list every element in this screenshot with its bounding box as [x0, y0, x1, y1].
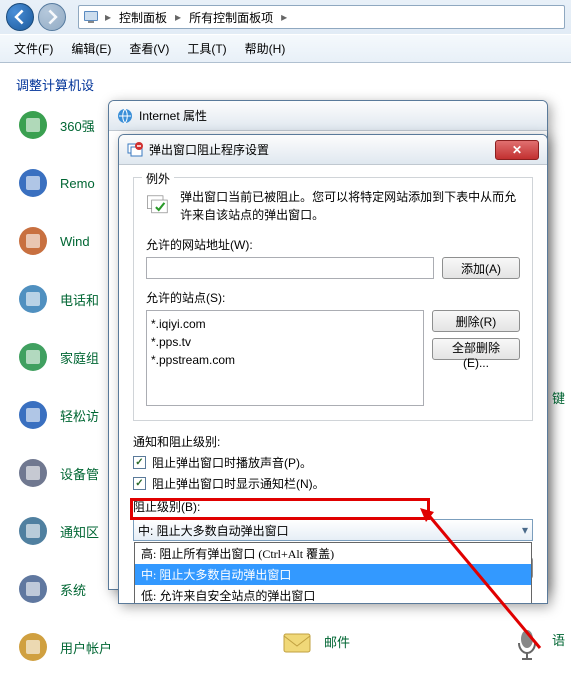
menu-tools[interactable]: 工具(T) [179, 37, 234, 60]
breadcrumb[interactable]: ▸ 控制面板 ▸ 所有控制面板项 ▸ [78, 5, 565, 29]
combo-arrow-icon: ▾ [522, 523, 528, 537]
cp-item-label: Wind [60, 234, 90, 249]
cp-item-label: 系统 [60, 580, 86, 599]
cp-item-label: 设备管 [60, 464, 99, 483]
opt-high[interactable]: 高: 阻止所有弹出窗口 (Ctrl+Alt 覆盖) [135, 543, 531, 564]
opt-low[interactable]: 低: 允许来自安全站点的弹出窗口 [135, 585, 531, 604]
delete-button[interactable]: 删除(R) [432, 310, 520, 332]
chk-sound-label: 阻止弹出窗口时播放声音(P)。 [152, 454, 312, 471]
close-button[interactable]: ✕ [495, 140, 539, 160]
cp-item-label: Remo [60, 176, 95, 191]
microphone-icon [513, 629, 541, 661]
list-item[interactable]: *.iqiyi.com [151, 315, 419, 333]
chk-notify[interactable]: ✓ [133, 477, 146, 490]
cp-item-label: 360强 [60, 116, 95, 135]
cp-item-mail[interactable]: 邮件 [324, 632, 350, 651]
list-item[interactable]: *.ppstream.com [151, 351, 419, 369]
dialog-popup-blocker: 弹出窗口阻止程序设置 ✕ 例外 弹出窗口当前已被阻止。您可以将特定网站添加到下表… [118, 134, 548, 604]
menu-file[interactable]: 文件(F) [6, 37, 61, 60]
cp-item-label: 电话和 [60, 290, 99, 309]
desc-text: 弹出窗口当前已被阻止。您可以将特定网站添加到下表中从而允许来自该站点的弹出窗口。 [180, 188, 520, 224]
allowed-label: 允许的站点(S): [146, 289, 520, 306]
cp-item-key[interactable]: 键 [552, 388, 565, 407]
page-title: 调整计算机设 [16, 75, 555, 94]
address-input[interactable] [146, 257, 434, 279]
cp-item-lang[interactable]: 语 [552, 630, 565, 649]
dlg2-title: 弹出窗口阻止程序设置 [149, 141, 495, 158]
menubar: 文件(F) 编辑(E) 查看(V) 工具(T) 帮助(H) [0, 34, 571, 62]
crumb-control-panel[interactable]: 控制面板 [113, 6, 173, 28]
delete-all-button[interactable]: 全部删除(E)... [432, 338, 520, 360]
menu-view[interactable]: 查看(V) [121, 37, 177, 60]
menu-edit[interactable]: 编辑(E) [63, 37, 119, 60]
combo-dropdown: 高: 阻止所有弹出窗口 (Ctrl+Alt 覆盖) 中: 阻止大多数自动弹出窗口… [134, 542, 532, 604]
cp-item-label: 家庭组 [60, 348, 99, 367]
combo-value: 中: 阻止大多数自动弹出窗口 [138, 522, 289, 539]
crumb-all-items[interactable]: 所有控制面板项 [183, 6, 279, 28]
chk-sound[interactable]: ✓ [133, 456, 146, 469]
menu-help[interactable]: 帮助(H) [237, 37, 294, 60]
addr-label: 允许的网站地址(W): [146, 236, 520, 253]
forward-button[interactable] [38, 3, 66, 31]
cp-item-label: 用户帐户 [60, 638, 112, 657]
list-item[interactable]: *.pps.tv [151, 333, 419, 351]
cp-item-label: 轻松访 [60, 406, 99, 425]
back-button[interactable] [6, 3, 34, 31]
add-button[interactable]: 添加(A) [442, 257, 520, 279]
cp-item-label: 通知区 [60, 522, 99, 541]
dlg1-title: Internet 属性 [139, 107, 539, 124]
notify-label: 通知和阻止级别: [133, 433, 533, 450]
level-label: 阻止级别(B): [133, 498, 533, 515]
block-level-combo[interactable]: 中: 阻止大多数自动弹出窗口 ▾ 高: 阻止所有弹出窗口 (Ctrl+Alt 覆… [133, 519, 533, 541]
chk-notify-label: 阻止弹出窗口时显示通知栏(N)。 [152, 475, 325, 492]
opt-medium[interactable]: 中: 阻止大多数自动弹出窗口 [135, 564, 531, 585]
exceptions-legend: 例外 [142, 170, 174, 187]
allowed-sites-list[interactable]: *.iqiyi.com*.pps.tv*.ppstream.com [146, 310, 424, 406]
